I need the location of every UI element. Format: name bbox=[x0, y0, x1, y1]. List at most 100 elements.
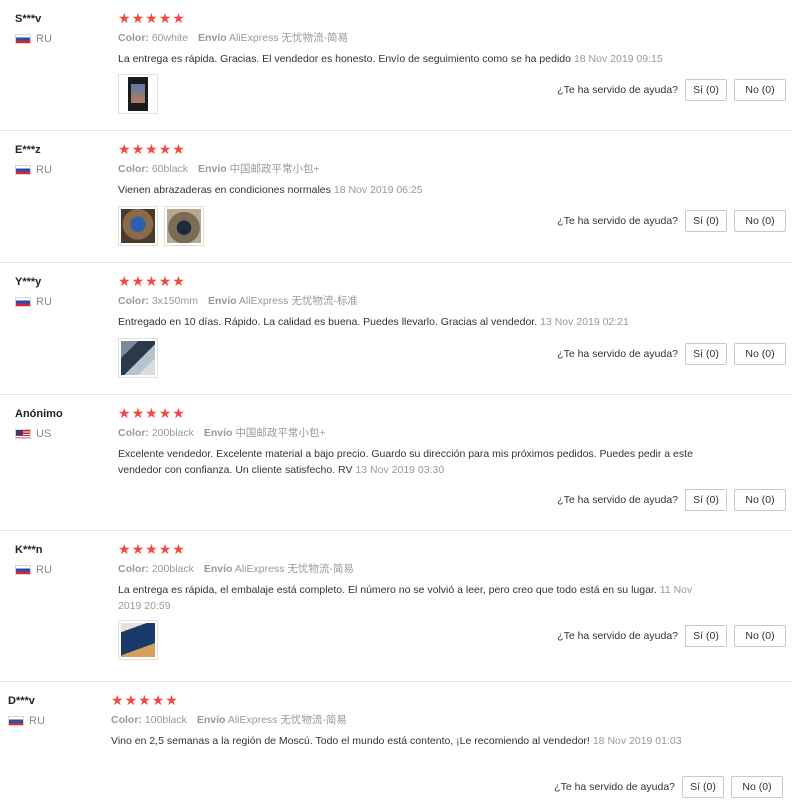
shipping-label: Envío bbox=[198, 163, 227, 175]
country-code: US bbox=[36, 428, 52, 440]
color-value: 200black bbox=[151, 427, 194, 439]
review-item: K***n RU ★ ★ ★ ★ ★ Color: 200black Envío AliE… bbox=[0, 531, 792, 682]
reviewer-country: RU bbox=[15, 164, 52, 176]
star-icon: ★ bbox=[118, 542, 131, 558]
country-code: RU bbox=[36, 296, 52, 308]
russia-flag-icon bbox=[15, 165, 31, 175]
review-photos bbox=[118, 206, 210, 246]
review-item: S***v RU ★ ★ ★ ★ ★ Color: 60white Envío AliEx… bbox=[0, 0, 792, 131]
color-value: 200black bbox=[151, 563, 194, 575]
clamp-photo-1 bbox=[121, 209, 155, 243]
review-meta: Color: 3x150mm Envío AliExpress 无忧物流-标准 bbox=[118, 294, 718, 308]
review-content: ★ ★ ★ ★ ★ Color: 200black Envío AliExpress 无忧… bbox=[118, 543, 718, 614]
helpful-no-button[interactable]: No (0) bbox=[734, 210, 786, 232]
star-icon: ★ bbox=[131, 142, 145, 158]
color-label: Color: bbox=[118, 32, 149, 44]
reviewer-country: RU bbox=[15, 296, 52, 308]
review-content: ★ ★ ★ ★ ★ Color: 60black Envío 中国邮政平常小包+ Vien… bbox=[118, 143, 718, 198]
star-rating: ★ ★ ★ ★ ★ bbox=[118, 543, 718, 557]
review-text: Vino en 2,5 semanas a la región de Moscú… bbox=[111, 735, 590, 747]
shipping-value: 中国邮政平常小包+ bbox=[229, 163, 320, 175]
review-date: 18 Nov 2019 01:03 bbox=[592, 735, 682, 747]
reviewer-name: S***v bbox=[15, 13, 42, 25]
color-label: Color: bbox=[111, 714, 142, 726]
star-icon: ★ bbox=[158, 542, 172, 558]
review-item: Y***y RU ★ ★ ★ ★ ★ Color: 3x150mm Envío AliEx… bbox=[0, 263, 792, 395]
helpful-no-button[interactable]: No (0) bbox=[734, 489, 786, 511]
review-content: ★ ★ ★ ★ ★ Color: 200black Envío 中国邮政平常小包+ Exc… bbox=[118, 407, 718, 478]
shipping-label: Envío bbox=[198, 32, 227, 44]
star-icon: ★ bbox=[138, 693, 151, 709]
country-code: RU bbox=[36, 564, 52, 576]
helpful-section: ¿Te ha servido de ayuda? Sí (0) No (0) bbox=[557, 343, 786, 365]
star-icon: ★ bbox=[145, 274, 158, 290]
star-icon: ★ bbox=[131, 542, 145, 558]
review-text: La entrega es rápida. Gracias. El vended… bbox=[118, 53, 571, 65]
shipping-value: 中国邮政平常小包+ bbox=[235, 427, 326, 439]
review-photo-thumbnail[interactable] bbox=[118, 338, 158, 378]
helpful-yes-button[interactable]: Sí (0) bbox=[685, 489, 727, 511]
helpful-no-button[interactable]: No (0) bbox=[731, 776, 783, 798]
review-meta: Color: 200black Envío 中国邮政平常小包+ bbox=[118, 426, 718, 440]
helpful-section: ¿Te ha servido de ayuda? Sí (0) No (0) bbox=[557, 79, 786, 101]
review-item: Anónimo US ★ ★ ★ ★ ★ Color: 200black Envío 中国… bbox=[0, 395, 792, 531]
country-code: RU bbox=[36, 164, 52, 176]
star-icon: ★ bbox=[172, 11, 185, 27]
review-text-block: La entrega es rápida. Gracias. El vended… bbox=[118, 51, 718, 67]
review-text: Vienen abrazaderas en condiciones normal… bbox=[118, 184, 331, 196]
review-meta: Color: 60white Envío AliExpress 无忧物流-简易 bbox=[118, 31, 718, 45]
country-code: RU bbox=[29, 715, 45, 727]
star-icon: ★ bbox=[124, 693, 138, 709]
review-item: E***z RU ★ ★ ★ ★ ★ Color: 60black Envío 中国邮政平… bbox=[0, 131, 792, 263]
russia-flag-icon bbox=[15, 34, 31, 44]
review-date: 13 Nov 2019 02:21 bbox=[540, 316, 629, 328]
helpful-section: ¿Te ha servido de ayuda? Sí (0) No (0) bbox=[557, 210, 786, 232]
review-content: ★ ★ ★ ★ ★ Color: 60white Envío AliExpress 无忧物… bbox=[118, 12, 718, 67]
review-text-block: La entrega es rápida, el embalaje está c… bbox=[118, 582, 718, 614]
review-photo-thumbnail[interactable] bbox=[118, 206, 158, 246]
review-photo-thumbnail[interactable] bbox=[164, 206, 204, 246]
helpful-question: ¿Te ha servido de ayuda? bbox=[557, 215, 678, 227]
shipping-label: Envío bbox=[207, 295, 237, 307]
star-icon: ★ bbox=[131, 274, 145, 290]
reviewer-info: Anónimo US bbox=[15, 407, 63, 440]
helpful-yes-button[interactable]: Sí (0) bbox=[685, 79, 727, 101]
color-label: Color: bbox=[118, 163, 149, 175]
helpful-yes-button[interactable]: Sí (0) bbox=[685, 625, 727, 647]
review-text-block: Vino en 2,5 semanas a la región de Moscú… bbox=[111, 733, 701, 749]
star-icon: ★ bbox=[145, 406, 158, 422]
color-label: Color: bbox=[118, 295, 149, 307]
country-code: RU bbox=[36, 33, 52, 45]
star-rating: ★ ★ ★ ★ ★ bbox=[118, 12, 718, 26]
review-text: La entrega es rápida, el embalaje está c… bbox=[118, 584, 657, 596]
star-icon: ★ bbox=[158, 11, 172, 27]
review-photo-thumbnail[interactable] bbox=[118, 620, 158, 660]
color-value: 100black bbox=[144, 714, 187, 726]
helpful-yes-button[interactable]: Sí (0) bbox=[685, 343, 727, 365]
pipe-photo bbox=[121, 341, 155, 375]
star-icon: ★ bbox=[165, 693, 178, 709]
helpful-yes-button[interactable]: Sí (0) bbox=[682, 776, 724, 798]
review-date: 18 Nov 2019 06:25 bbox=[333, 184, 423, 196]
star-icon: ★ bbox=[172, 142, 185, 158]
review-photo-thumbnail[interactable] bbox=[118, 74, 158, 114]
shipping-value: AliExpress 无忧物流-标准 bbox=[238, 295, 358, 307]
review-text: Entregado en 10 días. Rápido. La calidad… bbox=[118, 316, 538, 328]
helpful-section: ¿Te ha servido de ayuda? Sí (0) No (0) bbox=[557, 625, 786, 647]
star-icon: ★ bbox=[151, 693, 165, 709]
russia-flag-icon bbox=[15, 565, 31, 575]
helpful-yes-button[interactable]: Sí (0) bbox=[685, 210, 727, 232]
star-icon: ★ bbox=[118, 274, 131, 290]
helpful-question: ¿Te ha servido de ayuda? bbox=[557, 494, 678, 506]
star-icon: ★ bbox=[111, 693, 124, 709]
helpful-no-button[interactable]: No (0) bbox=[734, 79, 786, 101]
review-text-block: Entregado en 10 días. Rápido. La calidad… bbox=[118, 314, 718, 330]
star-rating: ★ ★ ★ ★ ★ bbox=[118, 407, 718, 421]
box-photo bbox=[121, 623, 155, 657]
helpful-no-button[interactable]: No (0) bbox=[734, 625, 786, 647]
star-icon: ★ bbox=[158, 274, 172, 290]
review-item: D***v RU ★ ★ ★ ★ ★ Color: 100black Envío AliE… bbox=[0, 682, 792, 800]
helpful-no-button[interactable]: No (0) bbox=[734, 343, 786, 365]
reviewer-country: US bbox=[15, 428, 63, 440]
shipping-label: Envío bbox=[203, 427, 233, 439]
